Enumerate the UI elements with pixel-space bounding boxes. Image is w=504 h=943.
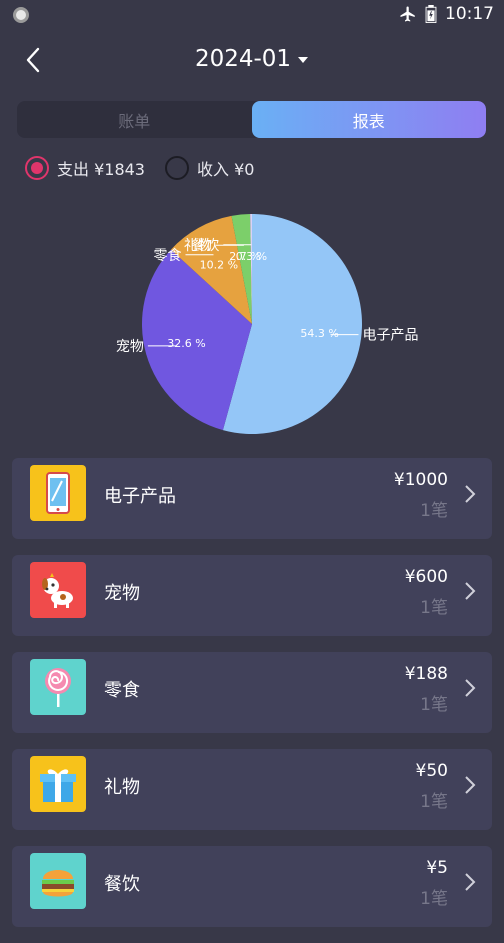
view-tabs: 账单 报表 <box>17 101 486 138</box>
airplane-icon <box>400 6 415 22</box>
lollipop-icon <box>30 659 86 715</box>
gift-icon <box>30 756 86 812</box>
category-amount: ¥188 <box>404 664 448 684</box>
category-name: 电子产品 <box>104 486 176 507</box>
month-selector[interactable]: 2024-01 <box>0 46 504 72</box>
pie-category-label: 宠物 <box>116 339 144 355</box>
chevron-right-icon <box>465 679 476 697</box>
pie-percent-label: 0.3 % <box>236 250 267 263</box>
radio-checked-icon <box>25 156 49 180</box>
chevron-right-icon <box>465 776 476 794</box>
clock: 10:17 <box>445 4 494 24</box>
tab-bill[interactable]: 账单 <box>17 101 252 138</box>
category-count: 1笔 <box>420 598 448 618</box>
category-amount: ¥1000 <box>393 470 448 490</box>
tablet-icon <box>30 465 86 521</box>
radio-unchecked-icon <box>165 156 189 180</box>
month-label: 2024-01 <box>194 46 292 72</box>
list-item[interactable]: 礼物 ¥50 1笔 <box>12 749 492 830</box>
pie-percent-label: 54.3 % <box>300 327 338 340</box>
dog-icon <box>30 562 86 618</box>
chevron-right-icon <box>465 485 476 503</box>
expense-radio[interactable]: 支出 ¥1843 <box>25 156 145 180</box>
type-filter: 支出 ¥1843 收入 ¥0 <box>25 156 254 180</box>
list-item[interactable]: 餐饮 ¥5 1笔 <box>12 846 492 927</box>
category-amount: ¥50 <box>415 761 448 781</box>
pie-percent-label: 32.6 % <box>167 337 205 350</box>
category-count: 1笔 <box>420 501 448 521</box>
list-item[interactable]: 宠物 ¥600 1笔 <box>12 555 492 636</box>
category-name: 宠物 <box>104 583 140 604</box>
expense-pie-chart: 54.3 % 电子产品 32.6 % 宠物 10.2 % 零食 2.7 % 礼物 0.3 % 餐饮 <box>0 200 504 450</box>
chevron-right-icon <box>465 873 476 891</box>
category-list: 电子产品 ¥1000 1笔 宠物 ¥600 1笔 零食 ¥188 1笔 礼物 ¥… <box>12 458 492 943</box>
chevron-right-icon <box>465 582 476 600</box>
income-radio[interactable]: 收入 ¥0 <box>165 156 254 180</box>
pie-category-label: 电子产品 <box>362 328 418 344</box>
caret-down-icon <box>298 56 309 63</box>
burger-icon <box>30 853 86 909</box>
expense-label: 支出 ¥1843 <box>57 160 145 179</box>
pie-category-label: 餐饮 <box>191 238 219 254</box>
notification-icon <box>13 7 29 23</box>
tab-report[interactable]: 报表 <box>251 101 486 138</box>
category-amount: ¥600 <box>404 567 448 587</box>
category-count: 1笔 <box>420 695 448 715</box>
category-name: 餐饮 <box>104 874 140 895</box>
category-count: 1笔 <box>420 889 448 909</box>
income-label: 收入 ¥0 <box>197 160 255 179</box>
battery-icon <box>425 5 437 23</box>
list-item[interactable]: 电子产品 ¥1000 1笔 <box>12 458 492 539</box>
category-amount: ¥5 <box>426 858 448 878</box>
category-name: 零食 <box>104 680 140 701</box>
category-name: 礼物 <box>104 777 140 798</box>
pie-svg: 54.3 % 电子产品32.6 %宠物10.2 %零食 2.7 %礼物0.3 %餐饮 <box>116 214 418 434</box>
header: 2024-01 <box>0 36 504 88</box>
status-bar: 10:17 <box>0 0 504 30</box>
pie-category-label: 零食 <box>153 247 181 264</box>
category-count: 1笔 <box>420 792 448 812</box>
list-item[interactable]: 零食 ¥188 1笔 <box>12 652 492 733</box>
